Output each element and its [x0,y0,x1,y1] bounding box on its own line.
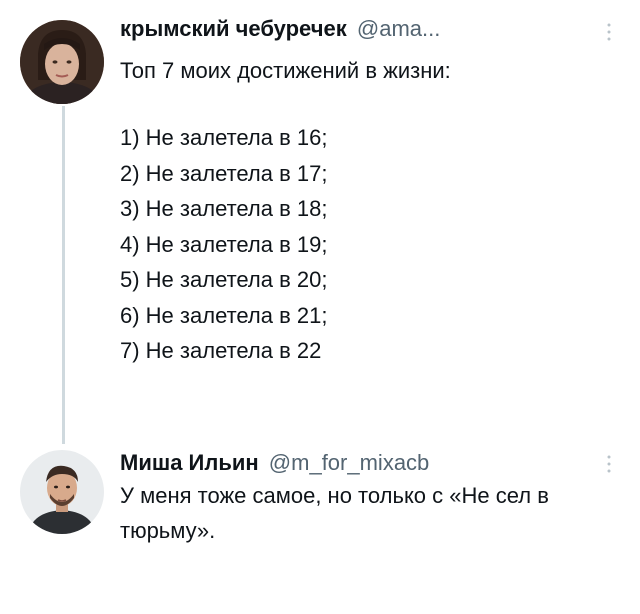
author-handle[interactable]: @ama... [357,16,440,41]
avatar-photo [20,20,104,104]
avatar-photo [20,450,104,534]
avatar[interactable] [20,450,104,534]
more-vertical-icon[interactable] [606,454,612,474]
list-item: 4) Не залетела в 19; [120,231,328,257]
author-name[interactable]: Миша Ильин [120,450,259,475]
list-item: 5) Не залетела в 20; [120,267,328,292]
tweet-header: Миша Ильин @m_for_mixacb [120,450,429,476]
tweet-text: У меня тоже самое, но только с «Не сел в… [120,483,549,543]
author-name[interactable]: крымский чебуречек [120,16,347,41]
tweet-1[interactable]: крымский чебуречек @ama... Топ 7 моих до… [0,0,640,440]
list-item: 1) Не залетела в 16; [120,125,328,150]
author-handle[interactable]: @m_for_mixacb [269,450,430,475]
more-vertical-icon-glyph [607,455,611,473]
thread-line [62,106,65,444]
list-item: 3) Не залетела в 18; [120,196,328,221]
list-item: 2) Не залетела в 17; [120,160,328,186]
achievement-list: 1) Не залетела в 16; 2) Не залетела в 17… [120,120,327,369]
list-item: 7) Не залетела в 22 [120,338,322,363]
list-item: 6) Не залетела в 21; [120,302,328,328]
tweet-text: Топ 7 моих достижений в жизни: [120,58,451,83]
tweet-header: крымский чебуречек @ama... [120,16,440,42]
avatar[interactable] [20,20,104,104]
more-vertical-icon-glyph [607,23,611,41]
more-vertical-icon[interactable] [606,22,612,42]
